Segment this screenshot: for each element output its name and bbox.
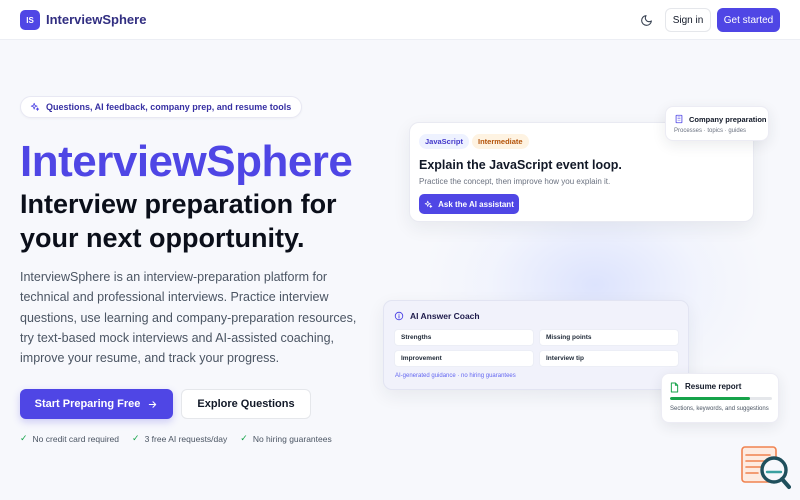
document-icon [670, 382, 679, 393]
check-icon: ✓ [20, 433, 28, 443]
language-tag: JavaScript [419, 134, 469, 149]
assurance-item: ✓ 3 free AI requests/day [132, 433, 227, 444]
brand-name[interactable]: InterviewSphere [46, 12, 146, 27]
logo-badge[interactable]: IS [20, 10, 40, 30]
assurance-list: ✓ No credit card required ✓ 3 free AI re… [20, 433, 332, 444]
start-preparing-label: Start Preparing Free [34, 398, 141, 410]
top-navbar: IS InterviewSphere Sign in Get started [0, 0, 800, 40]
coach-cell-improvement: Improvement [394, 350, 534, 367]
resume-report-title: Resume report [685, 382, 742, 391]
sparkles-icon [30, 102, 40, 111]
question-title: Explain the JavaScript event loop. [419, 158, 622, 172]
assurance-text: No credit card required [32, 433, 120, 444]
company-prep-card: Company preparation Processes · topics ·… [665, 106, 769, 141]
ai-coach-card: AI Answer Coach Strengths Missing points… [383, 300, 689, 390]
get-started-button[interactable]: Get started [717, 8, 780, 32]
building-icon [675, 114, 683, 124]
explore-questions-button[interactable]: Explore Questions [181, 389, 311, 419]
coach-cell-strengths: Strengths [394, 329, 534, 346]
arrow-right-icon [149, 400, 157, 408]
assurance-text: No hiring guarantees [252, 433, 332, 444]
coach-cell-missing-points: Missing points [539, 329, 679, 346]
check-icon: ✓ [132, 433, 140, 443]
search-document-logo-icon[interactable] [741, 446, 791, 490]
ai-coach-title: AI Answer Coach [410, 311, 480, 321]
ai-coach-header: AI Answer Coach [394, 311, 480, 321]
info-icon [394, 311, 404, 321]
ask-ai-label: Ask the AI assistant [438, 199, 514, 209]
assurance-item: ✓ No hiring guarantees [240, 433, 331, 444]
sign-in-button[interactable]: Sign in [665, 8, 711, 32]
check-icon: ✓ [240, 433, 248, 443]
question-hint: Practice the concept, then improve how y… [419, 177, 611, 186]
ask-ai-button[interactable]: Ask the AI assistant [419, 194, 519, 214]
resume-report-subtitle: Sections, keywords, and suggestions [670, 406, 769, 412]
resume-report-card: Resume report Sections, keywords, and su… [661, 373, 779, 423]
start-preparing-button[interactable]: Start Preparing Free [20, 389, 173, 419]
resume-progress-fill [670, 397, 750, 400]
coach-cell-interview-tip: Interview tip [539, 350, 679, 367]
resume-progress-bar [670, 397, 772, 400]
company-prep-title: Company preparation [689, 115, 767, 124]
difficulty-tag: Intermediate [472, 134, 529, 149]
hero-description: InterviewSphere is an interview-preparat… [20, 270, 357, 366]
hero-subtitle: Interview preparation for your next oppo… [20, 189, 337, 253]
company-prep-subtitle: Processes · topics · guides [674, 128, 747, 134]
ai-coach-footnote: AI-generated guidance · no hiring guaran… [395, 373, 516, 379]
moon-icon[interactable] [638, 12, 654, 28]
hero-title: InterviewSphere [20, 137, 353, 186]
assurance-text: 3 free AI requests/day [144, 433, 228, 444]
sparkles-icon [424, 200, 433, 208]
assurance-item: ✓ No credit card required [20, 433, 119, 444]
feature-pill: Questions, AI feedback, company prep, an… [20, 96, 303, 118]
feature-pill-text: Questions, AI feedback, company prep, an… [46, 102, 292, 112]
